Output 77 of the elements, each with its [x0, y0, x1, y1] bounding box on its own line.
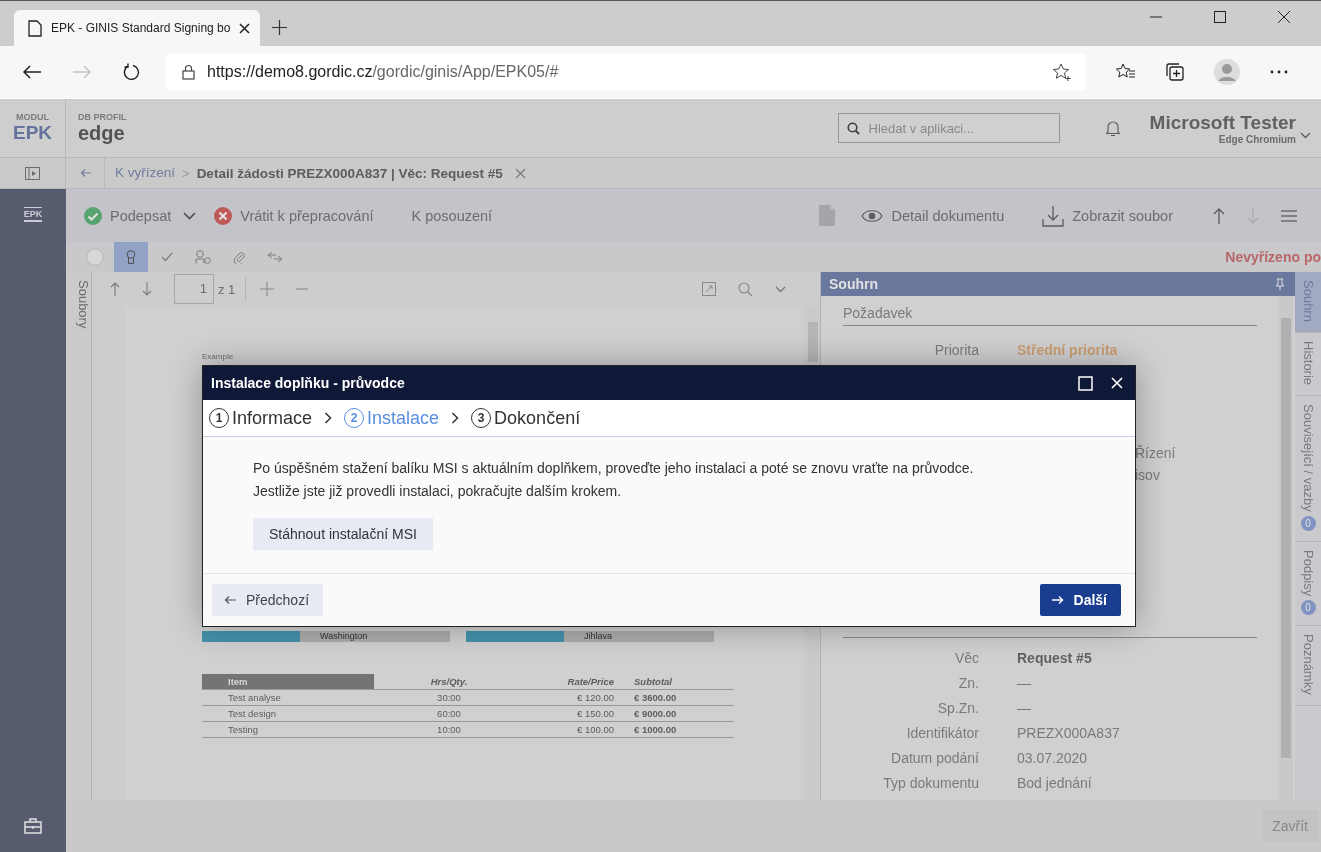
field-label: Věc — [953, 650, 980, 666]
field-label: Zn. — [957, 675, 980, 691]
user-name[interactable]: Microsoft Tester — [1149, 111, 1296, 134]
table-cell: Test design — [202, 705, 374, 722]
toolbar-button[interactable]: Detail dokumentu — [857, 201, 1009, 230]
module-name: EPK — [12, 122, 53, 144]
field-label: Sp.Zn. — [936, 700, 980, 716]
field-value: Request #5 — [1017, 650, 1092, 666]
field-value: 03.07.2020 — [1017, 750, 1088, 766]
wizard-step: 3 Dokončení — [471, 407, 581, 429]
vertical-tab[interactable]: Podpisy 0 — [1295, 541, 1321, 626]
field-value: Bod jednání — [1017, 775, 1092, 791]
table-cell: Testing — [202, 721, 374, 738]
column-header: Item — [202, 674, 374, 690]
download-button[interactable]: Stáhnout instalační MSI — [253, 518, 433, 550]
count-badge: 0 — [1300, 599, 1316, 615]
column-header: Subtotal — [634, 674, 734, 690]
table-cell: € 1000.00 — [634, 721, 734, 738]
breadcrumb-separator: > — [182, 165, 190, 181]
breadcrumb-link[interactable]: K vyřízení — [104, 158, 176, 188]
field-value: Řízení — [1135, 445, 1177, 461]
toolbar-button[interactable]: Podepsat — [80, 200, 176, 231]
address-cell: Washington — [300, 631, 450, 642]
page-number-field[interactable]: 1 — [174, 274, 214, 304]
column-header: Rate/Price — [524, 674, 634, 690]
previous-button[interactable]: Předchozí — [212, 584, 324, 616]
profile-name: edge — [78, 122, 126, 144]
address-field[interactable]: https://demo8.gordic.cz/gordic/ginis/App/EPK05/# — [166, 54, 1086, 90]
vertical-tab[interactable]: Historie — [1295, 332, 1321, 396]
message-text: Po úspěšném stažení balíku MSI s aktuálním doplňkem, proveďte jeho instalaci a poté se znovu vraťte na průvodce. — [253, 459, 975, 478]
table-cell: € 120.00 — [524, 689, 634, 706]
close-button[interactable]: Zavřít — [1262, 810, 1318, 842]
vertical-tab[interactable]: Soubory — [66, 272, 92, 800]
module-label: MODUL — [16, 112, 49, 122]
priority-value: Střední priorita — [1017, 342, 1118, 358]
browser-tab[interactable]: EPK - GINIS Standard Signing bo — [14, 10, 260, 46]
profile-label: DB PROFIL — [78, 112, 127, 122]
table-cell: € 3600.00 — [634, 689, 734, 706]
field-label: Priorita — [933, 342, 980, 358]
field-label: Typ dokumentu — [882, 775, 980, 791]
tab-title: EPK - GINIS Standard Signing bo — [51, 21, 231, 35]
breadcrumb-current: Detail žádosti PREZX000A837 | Věc: Request #5 — [196, 165, 503, 181]
table-cell: Test analyse — [202, 689, 374, 706]
panel-title: Souhrn — [829, 276, 878, 292]
search-field[interactable]: Hledat v aplikaci... — [837, 113, 1060, 143]
vertical-tab[interactable]: Poznámky — [1295, 625, 1321, 706]
section-title: Požadavek — [843, 296, 1257, 326]
address-cell: Jihlava — [564, 631, 714, 642]
user-subtitle: Edge Chromium — [1218, 133, 1296, 145]
table-cell: 30:00 — [374, 689, 524, 706]
message-text: Jestliže jste již provedli instalaci, pokračujte dalším krokem. — [253, 482, 623, 501]
column-header: Hrs/Qty. — [374, 674, 524, 690]
field-value: — — [1017, 700, 1031, 716]
next-button[interactable]: Další — [1039, 584, 1121, 616]
dialog-title: Instalace doplňku - průvodce — [211, 375, 405, 391]
status-text: Nevyřízeno po — [1225, 249, 1321, 265]
wizard-step: 1 Informace — [209, 407, 313, 429]
toolbar-button[interactable]: Vrátit k přepracování — [210, 200, 378, 231]
toolbar-button[interactable]: K posouzení — [407, 201, 497, 230]
vertical-tab[interactable]: Související / vazby 0 — [1295, 396, 1321, 542]
document-heading: Example — [202, 352, 235, 361]
wizard-step: 2 Instalace — [344, 407, 440, 429]
table-cell: € 9000.00 — [634, 705, 734, 722]
field-value: — — [1017, 675, 1031, 691]
table-cell: 10:00 — [374, 721, 524, 738]
field-label: Datum podání — [890, 750, 980, 766]
url-text: https://demo8.gordic.cz/gordic/ginis/App/EPK05/# — [207, 63, 559, 81]
field-label: Identifikátor — [905, 725, 980, 741]
table-cell: 60:00 — [374, 705, 524, 722]
toolbar-button[interactable]: Zobrazit soubor — [1038, 198, 1177, 233]
table-cell: € 150.00 — [524, 705, 634, 722]
module-logo[interactable]: EPK — [23, 207, 43, 222]
table-cell: € 100.00 — [524, 721, 634, 738]
count-badge: 0 — [1300, 515, 1316, 531]
page-count: z 1 — [218, 281, 236, 297]
field-value: isov — [1135, 467, 1161, 483]
field-value: PREZX000A837 — [1017, 725, 1120, 741]
